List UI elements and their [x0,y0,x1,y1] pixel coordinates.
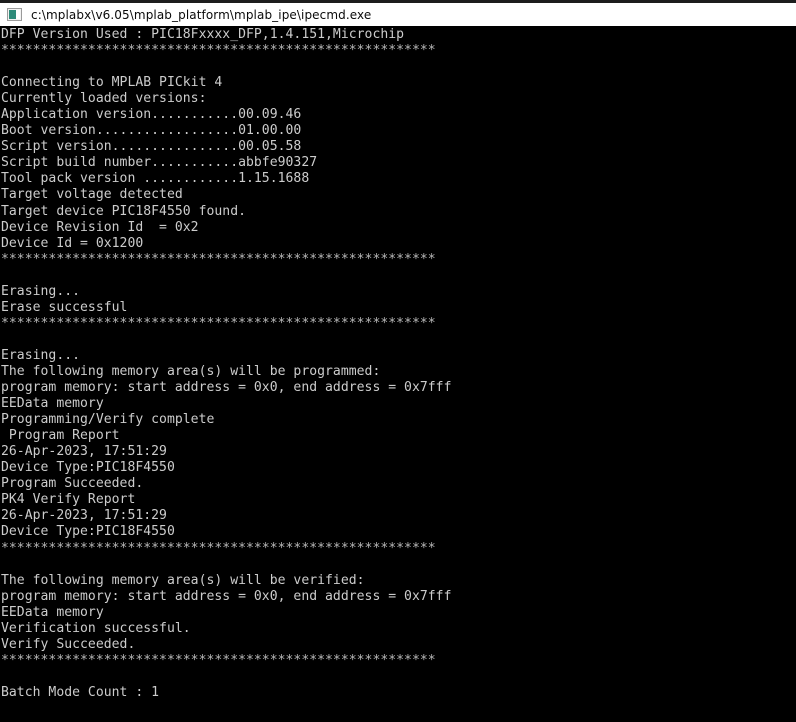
terminal-line: Verification successful. [1,620,191,636]
terminal-line: Connecting to MPLAB PICkit 4 [1,75,223,91]
terminal-line: The following memory area(s) will be pro… [1,363,381,379]
console-window: c:\mplabx\v6.05\mplab_platform\mplab_ipe… [0,0,796,722]
terminal-output[interactable]: DFP Version Used : PIC18Fxxxx_DFP,1.4.15… [0,26,796,722]
terminal-line: Target voltage detected [1,187,183,203]
terminal-line: program memory: start address = 0x0, end… [1,380,452,396]
terminal-line: Application version...........00.09.46 [1,107,302,123]
terminal-line: ****************************************… [1,540,436,556]
terminal-line: EEData memory [1,604,104,620]
terminal-line: Erase successful [1,299,128,315]
terminal-line: Programming/Verify complete [1,412,215,428]
terminal-line: Erasing... [1,283,81,299]
terminal-line: EEData memory [1,396,104,412]
terminal-line: Device Type:PIC18F4550 [1,460,175,476]
terminal-line: Target device PIC18F4550 found. [1,203,246,219]
terminal-line-list: DFP Version Used : PIC18Fxxxx_DFP,1.4.15… [0,27,796,722]
terminal-line: The following memory area(s) will be ver… [1,572,365,588]
terminal-line: Program Report [1,428,120,444]
terminal-line: 26-Apr-2023, 17:51:29 [1,508,167,524]
terminal-line: Device Revision Id = 0x2 [1,219,199,235]
terminal-line: Device Id = 0x1200 [1,235,144,251]
terminal-line: DFP Version Used : PIC18Fxxxx_DFP,1.4.15… [1,27,405,42]
terminal-line: Program Succeeded. [1,476,144,492]
terminal-line: ****************************************… [1,652,436,668]
terminal-line: Currently loaded versions: [1,91,207,107]
terminal-line: ****************************************… [1,251,436,267]
terminal-line: 26-Apr-2023, 17:51:29 [1,444,167,460]
terminal-line: program memory: start address = 0x0, end… [1,588,452,604]
window-title: c:\mplabx\v6.05\mplab_platform\mplab_ipe… [31,7,372,22]
terminal-line: Verify Succeeded. [1,636,136,652]
terminal-line: Erasing... [1,347,81,363]
window-title-bar[interactable]: c:\mplabx\v6.05\mplab_platform\mplab_ipe… [0,0,796,26]
terminal-line: Script build number...........abbfe90327 [1,155,318,171]
console-window-icon [7,8,22,21]
terminal-line: Script version................00.05.58 [1,139,302,155]
terminal-line: PK4 Verify Report [1,492,136,508]
terminal-line: ****************************************… [1,43,436,59]
terminal-line: ****************************************… [1,315,436,331]
terminal-line: Device Type:PIC18F4550 [1,524,175,540]
terminal-line: Tool pack version ............1.15.1688 [1,171,310,187]
terminal-line: Batch Mode Count : 1 [1,684,160,700]
terminal-line: Boot version..................01.00.00 [1,123,302,139]
